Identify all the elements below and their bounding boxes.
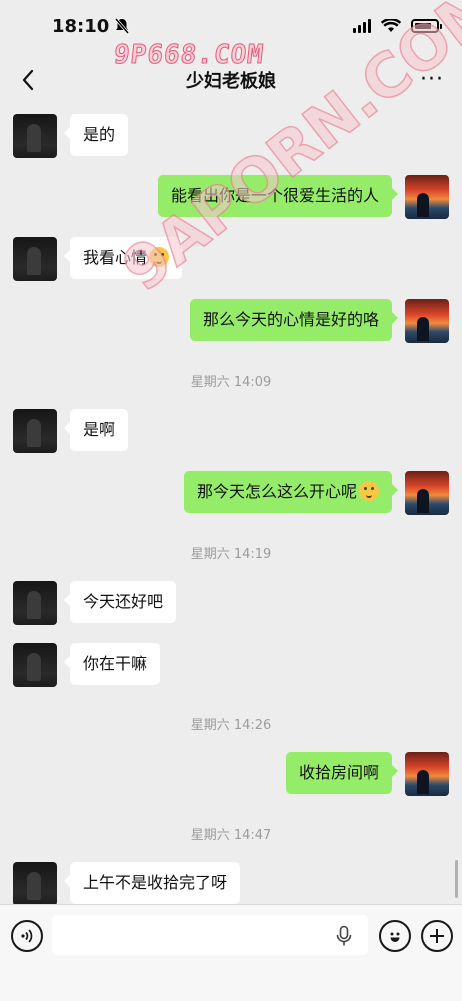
contact-avatar[interactable] bbox=[13, 643, 57, 687]
rolling-eyes-face-icon bbox=[359, 481, 379, 501]
message-text: 是啊 bbox=[83, 420, 116, 439]
message-text: 我看心情 bbox=[83, 248, 148, 267]
contact-avatar[interactable] bbox=[13, 237, 57, 281]
cellular-signal-icon bbox=[353, 19, 371, 33]
time-text: 18:10 bbox=[52, 15, 110, 37]
voice-input-button[interactable] bbox=[11, 920, 43, 952]
back-button[interactable] bbox=[16, 68, 40, 92]
status-icons bbox=[353, 19, 442, 33]
time-divider: 星期六 14:19 bbox=[190, 547, 272, 562]
plus-icon bbox=[430, 929, 444, 943]
message-text: 那么今天的心情是好的咯 bbox=[202, 310, 379, 329]
status-time: 18:10 bbox=[52, 15, 130, 37]
microphone-icon[interactable] bbox=[334, 925, 354, 947]
bell-muted-icon bbox=[115, 18, 130, 34]
self-avatar[interactable] bbox=[405, 471, 449, 515]
message-text: 是的 bbox=[83, 125, 116, 144]
emoji-button[interactable] bbox=[379, 920, 411, 952]
voice-icon bbox=[21, 929, 33, 943]
message-bubble-received[interactable]: 我看心情 bbox=[63, 237, 183, 279]
more-functions-button[interactable] bbox=[421, 920, 453, 952]
chat-title: 少妇老板娘 bbox=[186, 71, 276, 92]
message-text: 你在干嘛 bbox=[83, 654, 148, 673]
message-bubble-sent[interactable]: 能看出你是一个很爱生活的人 bbox=[157, 175, 399, 217]
thinking-face-icon bbox=[149, 247, 170, 267]
message-input[interactable] bbox=[52, 915, 368, 955]
chevron-left-icon bbox=[22, 69, 34, 91]
chat-scrollbar[interactable] bbox=[455, 860, 458, 898]
contact-avatar[interactable] bbox=[13, 862, 57, 904]
message-bubble-received[interactable]: 你在干嘛 bbox=[63, 643, 161, 685]
self-avatar[interactable] bbox=[405, 175, 449, 219]
time-divider: 星期六 14:09 bbox=[190, 375, 272, 390]
message-bubble-sent[interactable]: 那今天怎么这么开心呢 bbox=[183, 471, 399, 513]
message-bubble-sent[interactable]: 那么今天的心情是好的咯 bbox=[189, 299, 399, 341]
message-text: 上午不是收拾完了呀 bbox=[83, 873, 228, 892]
message-text: 收拾房间啊 bbox=[298, 763, 379, 782]
message-bubble-received[interactable]: 是啊 bbox=[63, 409, 129, 451]
message-bubble-received[interactable]: 上午不是收拾完了呀 bbox=[63, 862, 241, 904]
input-bar bbox=[0, 904, 462, 1001]
contact-avatar[interactable] bbox=[13, 409, 57, 453]
message-text: 能看出你是一个很爱生活的人 bbox=[170, 186, 379, 205]
time-divider: 星期六 14:47 bbox=[190, 828, 272, 843]
battery-icon bbox=[411, 19, 439, 33]
emoji-icon bbox=[390, 932, 400, 942]
contact-avatar[interactable] bbox=[13, 114, 57, 158]
message-text: 今天还好吧 bbox=[83, 592, 164, 611]
nav-bar: 少妇老板娘 ··· bbox=[0, 52, 462, 108]
self-avatar[interactable] bbox=[405, 752, 449, 796]
message-bubble-received[interactable]: 今天还好吧 bbox=[63, 581, 177, 623]
more-options-button[interactable]: ··· bbox=[420, 69, 444, 91]
message-bubble-sent[interactable]: 收拾房间啊 bbox=[285, 752, 399, 794]
contact-avatar[interactable] bbox=[13, 581, 57, 625]
chat-message-list[interactable]: 是的 能看出你是一个很爱生活的人 我看心情 那么今天的心情是好的咯 星期六 14… bbox=[0, 108, 462, 904]
message-text: 那今天怎么这么开心呢 bbox=[196, 482, 357, 501]
message-bubble-received[interactable]: 是的 bbox=[63, 114, 129, 156]
time-divider: 星期六 14:26 bbox=[190, 718, 272, 733]
self-avatar[interactable] bbox=[405, 299, 449, 343]
wifi-icon bbox=[381, 19, 401, 32]
